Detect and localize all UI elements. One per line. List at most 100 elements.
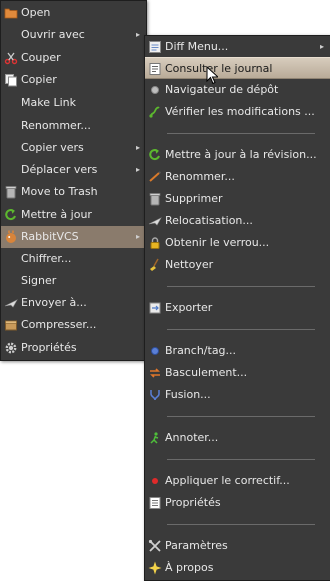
menu-item-label: Fusion...	[165, 388, 211, 401]
menu-item-label: Nettoyer	[165, 258, 214, 271]
submenu-item-branch-tag[interactable]: Branch/tag...	[145, 340, 330, 362]
menu-item-deplacer-vers[interactable]: Déplacer vers ▸	[1, 159, 146, 181]
menu-item-chiffrer[interactable]: Chiffrer...	[1, 248, 146, 270]
submenu-item-appliquer-correctif[interactable]: Appliquer le correctif...	[145, 470, 330, 492]
submenu-item-renommer[interactable]: Renommer...	[145, 166, 330, 188]
repo-browser-icon	[148, 83, 162, 97]
copy-icon	[4, 73, 18, 87]
trash-icon	[148, 192, 162, 206]
menu-item-label: Envoyer à...	[21, 296, 87, 309]
menu-separator	[167, 133, 315, 134]
menu-item-label: Make Link	[21, 96, 76, 109]
menu-item-label: Compresser...	[21, 318, 97, 331]
menu-item-mettre-a-jour[interactable]: Mettre à jour	[1, 204, 146, 226]
submenu-item-navigateur-depot[interactable]: Navigateur de dépôt	[145, 79, 330, 101]
submenu-item-basculement[interactable]: Basculement...	[145, 362, 330, 384]
menu-item-label: Copier	[21, 73, 57, 86]
menu-item-label: Renommer...	[21, 119, 91, 132]
menu-item-label: Relocatisation...	[165, 214, 253, 227]
menu-item-label: Vérifier les modifications ...	[165, 105, 315, 118]
menu-item-couper[interactable]: Couper	[1, 47, 146, 69]
menu-item-compresser[interactable]: Compresser...	[1, 314, 146, 336]
submenu-item-obtenir-verrou[interactable]: Obtenir le verrou...	[145, 232, 330, 254]
menu-item-label: Paramètres	[165, 539, 228, 552]
menu-item-label: RabbitVCS	[21, 230, 79, 243]
menu-item-copier[interactable]: Copier	[1, 69, 146, 91]
menu-item-label: Open	[21, 6, 51, 19]
gear-icon	[4, 341, 18, 355]
check-modifications-icon	[148, 105, 162, 119]
send-icon	[4, 296, 18, 310]
menu-item-signer[interactable]: Signer	[1, 270, 146, 292]
branch-icon	[148, 344, 162, 358]
broom-icon	[148, 258, 162, 272]
rabbitvcs-icon	[4, 230, 18, 244]
relocate-icon	[148, 214, 162, 228]
menu-separator	[167, 459, 315, 460]
menu-item-proprietes[interactable]: Propriétés	[1, 337, 146, 359]
menu-item-label: Mettre à jour	[21, 208, 92, 221]
menu-item-label: Propriétés	[21, 341, 77, 354]
submenu-item-relocatisation[interactable]: Relocatisation...	[145, 210, 330, 232]
lock-icon	[148, 236, 162, 250]
export-icon	[148, 301, 162, 315]
submenu-item-verifier-modifications[interactable]: Vérifier les modifications ...	[145, 101, 330, 123]
menu-item-label: Copier vers	[21, 141, 84, 154]
properties-icon	[148, 496, 162, 510]
submenu-item-fusion[interactable]: Fusion...	[145, 384, 330, 406]
scissors-icon	[4, 51, 18, 65]
menu-item-label: Appliquer le correctif...	[165, 474, 290, 487]
menu-item-renommer[interactable]: Renommer...	[1, 115, 146, 137]
menu-item-label: Annoter...	[165, 431, 219, 444]
menu-item-make-link[interactable]: Make Link	[1, 92, 146, 114]
submenu-item-diff-menu[interactable]: Diff Menu... ▸	[145, 36, 330, 58]
about-star-icon	[148, 561, 162, 575]
rename-icon	[148, 170, 162, 184]
trash-icon	[4, 185, 18, 199]
log-icon	[148, 62, 162, 76]
menu-item-label: Obtenir le verrou...	[165, 236, 270, 249]
submenu-item-mettre-a-jour-revision[interactable]: Mettre à jour à la révision...	[145, 144, 330, 166]
menu-separator	[167, 524, 315, 525]
menu-item-label: Propriétés	[165, 496, 221, 509]
submenu-item-exporter[interactable]: Exporter	[145, 297, 330, 319]
menu-item-rabbitvcs[interactable]: RabbitVCS ▸	[1, 226, 146, 248]
menu-separator	[167, 416, 315, 417]
menu-item-label: Basculement...	[165, 366, 248, 379]
submenu-item-nettoyer[interactable]: Nettoyer	[145, 254, 330, 276]
menu-item-label: Move to Trash	[21, 185, 98, 198]
menu-item-ouvrir-avec[interactable]: Ouvrir avec ▸	[1, 24, 146, 46]
submenu-item-consulter-journal[interactable]: Consulter le journal	[145, 57, 330, 79]
menu-item-label: Supprimer	[165, 192, 223, 205]
menu-item-envoyer-a[interactable]: Envoyer à...	[1, 292, 146, 314]
menu-item-copier-vers[interactable]: Copier vers ▸	[1, 137, 146, 159]
submenu-item-parametres[interactable]: Paramètres	[145, 535, 330, 557]
update-arrow-icon	[148, 148, 162, 162]
menu-item-label: Navigateur de dépôt	[165, 83, 279, 96]
submenu-item-proprietes[interactable]: Propriétés	[145, 492, 330, 514]
patch-icon	[148, 474, 162, 488]
menu-item-label: Branch/tag...	[165, 344, 237, 357]
submenu-arrow-icon: ▸	[135, 143, 140, 152]
menu-item-label: À propos	[165, 561, 214, 574]
menu-item-open[interactable]: Open	[1, 2, 146, 24]
menu-item-label: Renommer...	[165, 170, 235, 183]
submenu-item-annoter[interactable]: Annoter...	[145, 427, 330, 449]
menu-item-label: Chiffrer...	[21, 252, 72, 265]
package-icon	[4, 318, 18, 332]
folder-icon	[4, 6, 18, 20]
menu-item-label: Exporter	[165, 301, 213, 314]
mouse-cursor-icon	[206, 66, 218, 85]
menu-item-move-to-trash[interactable]: Move to Trash	[1, 181, 146, 203]
settings-tools-icon	[148, 539, 162, 553]
switch-icon	[148, 366, 162, 380]
submenu-item-a-propos[interactable]: À propos	[145, 557, 330, 579]
update-arrow-icon	[4, 208, 18, 222]
submenu-item-supprimer[interactable]: Supprimer	[145, 188, 330, 210]
rabbitvcs-submenu: Diff Menu... ▸ Consulter le journal Navi…	[144, 35, 330, 581]
menu-item-label: Diff Menu...	[165, 40, 229, 53]
diff-icon	[148, 40, 162, 54]
menu-separator	[167, 286, 315, 287]
submenu-arrow-icon: ▸	[135, 30, 140, 39]
menu-item-label: Couper	[21, 51, 61, 64]
